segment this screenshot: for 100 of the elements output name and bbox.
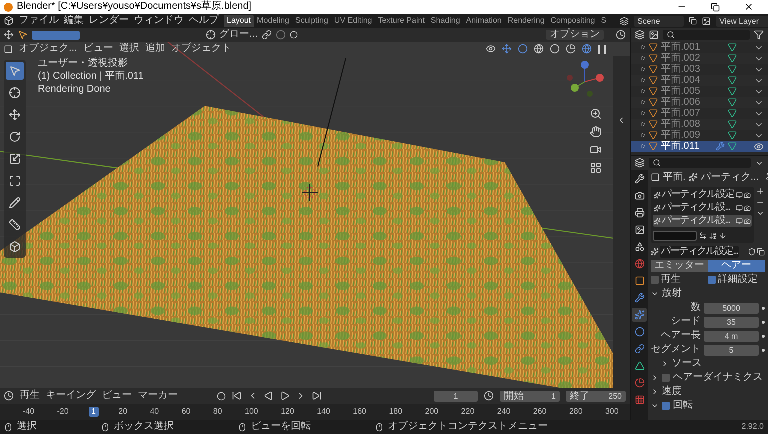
menu-item[interactable]: レンダー <box>89 16 129 26</box>
menu-item[interactable]: マーカー <box>138 391 178 401</box>
particles-icon[interactable] <box>651 248 659 256</box>
pivot-icon[interactable] <box>262 30 272 40</box>
jump-end-icon[interactable] <box>312 391 322 401</box>
view-layer-icon[interactable] <box>702 16 711 26</box>
expand-icon[interactable] <box>641 100 646 105</box>
render-toggle-icon[interactable] <box>744 218 751 224</box>
pause-icon[interactable] <box>598 44 606 54</box>
display-mode-icon[interactable] <box>635 30 645 40</box>
workspace-tab[interactable]: Shading <box>428 15 464 27</box>
expand-icon[interactable] <box>641 67 646 72</box>
duplicate-icon[interactable] <box>757 248 765 256</box>
outliner-search-field[interactable] <box>663 30 750 40</box>
workspace-tab[interactable]: Rendering <box>504 15 548 27</box>
number-field[interactable]: 35 <box>704 316 759 328</box>
outliner-row[interactable]: 平面.001 <box>631 42 768 53</box>
checkbox[interactable]: 再生 <box>651 275 708 285</box>
section-checkbox[interactable] <box>662 374 670 382</box>
restore-icon[interactable] <box>711 2 720 12</box>
preview-range-icon[interactable] <box>484 391 494 401</box>
workspace-tab[interactable]: Layout <box>224 15 254 27</box>
material-shading-icon[interactable] <box>566 44 576 54</box>
workspace-tab[interactable]: S <box>598 15 610 27</box>
zoom-icon[interactable] <box>590 108 602 120</box>
particle-settings-field[interactable]: パーティクル設定... <box>660 246 740 258</box>
snap-icon[interactable] <box>276 30 286 40</box>
number-field[interactable]: 5000 <box>704 302 759 314</box>
mode-icon[interactable] <box>4 44 13 54</box>
workspace-tab[interactable]: UV Editing <box>331 15 376 27</box>
mode-dropdown[interactable]: オブジェク... <box>19 44 78 54</box>
section-checkbox[interactable] <box>662 402 670 410</box>
orientation-icon[interactable] <box>206 30 216 40</box>
solid-shading-icon[interactable] <box>550 44 560 54</box>
close-icon[interactable] <box>744 2 754 12</box>
menu-item[interactable]: 選択 <box>119 44 140 54</box>
end-frame-field[interactable]: 終了 250 <box>566 390 626 402</box>
particle-system-item[interactable]: パーティクル設定 <box>653 189 752 201</box>
play-reverse-icon[interactable] <box>264 391 274 401</box>
selection-modes-icon[interactable] <box>32 30 80 40</box>
outliner-row[interactable]: 平面.005 <box>631 86 768 97</box>
menu-item[interactable]: キーイング <box>46 391 96 401</box>
menu-item[interactable]: ビュー <box>102 391 132 401</box>
expand-icon[interactable] <box>641 111 646 116</box>
particle-system-item[interactable]: パーティクル設... <box>653 202 752 214</box>
start-frame-field[interactable]: 開始 1 <box>500 390 560 402</box>
options-dropdown[interactable]: オプション <box>546 30 604 40</box>
menu-item[interactable]: ウィンドウ <box>134 16 184 26</box>
editor-type-icon[interactable] <box>4 30 14 40</box>
menu-item[interactable]: ファイル <box>19 16 59 26</box>
play-icon[interactable] <box>280 391 290 401</box>
view-layer-field[interactable]: View Layer <box>716 16 768 26</box>
invert-icon[interactable] <box>699 232 707 240</box>
rendered-shading-icon[interactable] <box>582 44 592 54</box>
expand-icon[interactable] <box>641 89 646 94</box>
timer-icon[interactable] <box>616 30 626 40</box>
outliner-row[interactable]: 平面.003 <box>631 64 768 75</box>
menu-item[interactable]: 追加 <box>145 44 166 54</box>
menu-item[interactable]: ヘルプ <box>189 16 219 26</box>
timeline-editor-icon[interactable] <box>4 391 14 401</box>
outliner-row[interactable]: 平面.009 <box>631 130 768 141</box>
menu-item[interactable]: 編集 <box>64 16 84 26</box>
scene-icon[interactable] <box>620 16 629 26</box>
outliner-row[interactable]: 平面.007 <box>631 108 768 119</box>
render-toggle-icon[interactable] <box>744 204 751 212</box>
visibility-icon[interactable] <box>486 44 496 54</box>
blender-logo-icon[interactable] <box>4 16 14 26</box>
expand-icon[interactable] <box>641 78 646 83</box>
filter-view-icon[interactable] <box>649 30 659 40</box>
grid-icon[interactable] <box>590 162 602 174</box>
section-header[interactable]: 速度 <box>651 386 765 398</box>
render-toggle-icon[interactable] <box>744 192 751 198</box>
number-field[interactable]: 4 m <box>704 330 759 342</box>
eye-icon[interactable] <box>754 142 764 152</box>
section-header[interactable]: 放射 <box>651 288 765 300</box>
filter-icon[interactable] <box>754 30 764 40</box>
expand-icon[interactable] <box>641 56 646 61</box>
expand-icon[interactable] <box>641 122 646 127</box>
viewport-toggle-icon[interactable] <box>736 204 743 212</box>
workspace-tab[interactable]: Texture Paint <box>375 15 428 27</box>
workspace-tab[interactable]: Sculpting <box>292 15 332 27</box>
workspace-tab[interactable]: Modeling <box>254 15 292 27</box>
proportional-edit-icon[interactable] <box>290 31 298 39</box>
current-frame-field[interactable]: 1 <box>434 390 478 402</box>
outliner-row[interactable]: 平面.011 <box>631 141 768 152</box>
expand-icon[interactable] <box>641 144 646 149</box>
viewport-toggle-icon[interactable] <box>736 192 743 198</box>
viewport-toggle-icon[interactable] <box>736 218 743 224</box>
frame-number[interactable]: 1 <box>88 407 99 417</box>
type-toggle-button[interactable]: ヘアー <box>708 260 765 272</box>
camera-view-icon[interactable] <box>590 144 602 156</box>
new-scene-icon[interactable] <box>688 17 697 25</box>
wireframe-shading-icon[interactable] <box>534 44 544 54</box>
section-header[interactable]: ヘアーダイナミクス <box>651 372 765 384</box>
hand-icon[interactable] <box>590 126 602 138</box>
menu-item[interactable]: 再生 <box>20 391 40 401</box>
type-toggle-button[interactable]: エミッター <box>651 260 708 272</box>
scene-field[interactable]: Scene <box>634 16 684 26</box>
expand-icon[interactable] <box>641 45 646 50</box>
properties-editor-icon[interactable] <box>635 158 645 168</box>
